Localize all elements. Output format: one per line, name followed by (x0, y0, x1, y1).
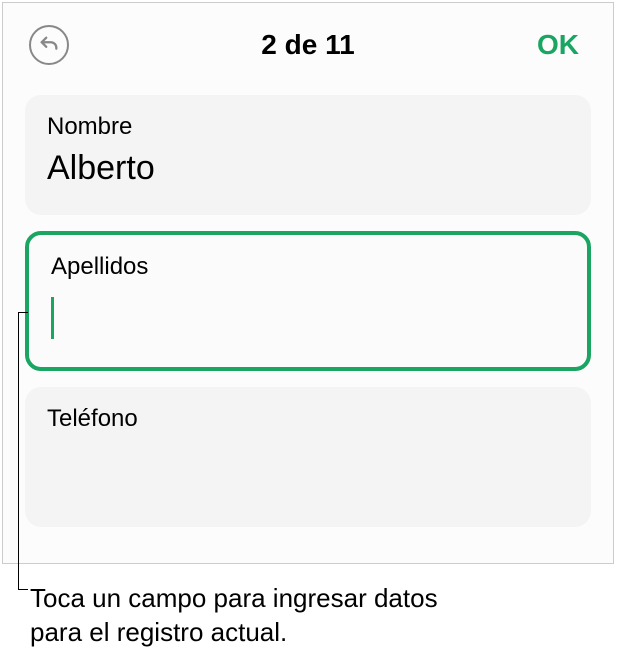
form-panel: 2 de 11 OK Nombre Alberto Apellidos Telé… (2, 2, 614, 564)
field-label-nombre: Nombre (47, 113, 569, 141)
page-indicator: 2 de 11 (261, 29, 354, 61)
fields-container: Nombre Alberto Apellidos Teléfono (3, 83, 613, 555)
caption-text: Toca un campo para ingresar datos para e… (30, 582, 450, 650)
ok-button[interactable]: OK (529, 25, 587, 65)
field-value-apellidos (51, 289, 565, 344)
text-cursor (51, 297, 54, 339)
field-label-apellidos: Apellidos (51, 253, 565, 281)
field-apellidos[interactable]: Apellidos (25, 231, 591, 371)
back-button[interactable] (29, 25, 69, 65)
field-label-telefono: Teléfono (47, 405, 569, 433)
field-nombre[interactable]: Nombre Alberto (25, 95, 591, 215)
callout-line (18, 312, 19, 590)
header: 2 de 11 OK (3, 3, 613, 83)
undo-icon (38, 34, 60, 56)
field-value-nombre: Alberto (47, 149, 569, 188)
field-telefono[interactable]: Teléfono (25, 387, 591, 527)
